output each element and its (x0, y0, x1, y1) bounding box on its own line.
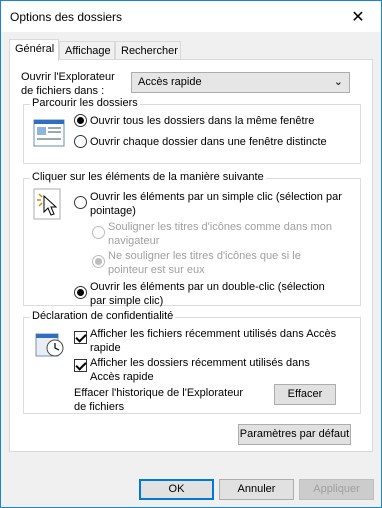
frequent-folders-checkbox[interactable] (74, 359, 87, 372)
browse-folders-group: Parcourir les dossiers (23, 97, 361, 164)
underline-hover-label: Ne souligner les titres d'icônes que si … (108, 250, 301, 276)
separate-window-label: Ouvrir chaque dossier dans une fenêtre d… (90, 136, 327, 148)
tab-label: Général (15, 43, 55, 55)
group-title: Cliquer sur les éléments de la manière s… (30, 171, 266, 183)
double-click-radio[interactable] (74, 286, 87, 299)
folder-options-window: Options des dossiers ✕ Général Affichage… (0, 0, 382, 508)
open-explorer-value: Accès rapide (138, 76, 202, 88)
tab-display[interactable]: Affichage (59, 41, 115, 61)
single-click-label: Ouvrir les éléments par un simple clic (… (90, 191, 342, 217)
recent-files-checkbox[interactable] (74, 331, 87, 344)
cursor-click-icon (33, 188, 61, 220)
open-explorer-label: Ouvrir l'Explorateur de fichiers dans : (21, 71, 115, 97)
same-window-radio[interactable] (74, 114, 87, 127)
same-window-label: Ouvrir tous les dossiers dans la même fe… (90, 115, 315, 127)
tab-search[interactable]: Rechercher (115, 41, 181, 61)
recent-files-label: Afficher les fichiers récemment utilisés… (90, 328, 337, 354)
window-icon (33, 119, 65, 147)
clear-history-button[interactable]: Effacer (274, 384, 336, 405)
tab-label: Affichage (65, 45, 111, 57)
tab-label: Rechercher (121, 45, 178, 57)
close-button[interactable]: ✕ (335, 1, 381, 32)
clear-history-label: Effacer l'historique de l'Explorateur de… (74, 387, 244, 413)
apply-button[interactable]: Appliquer (299, 479, 374, 500)
window-title: Options des dossiers (10, 10, 123, 24)
frequent-folders-label: Afficher les dossiers récemment utilisés… (90, 357, 310, 383)
group-title: Déclaration de confidentialité (30, 310, 176, 322)
chevron-down-icon: ⌄ (333, 76, 343, 88)
separate-window-radio[interactable] (74, 135, 87, 148)
restore-defaults-button[interactable]: Paramètres par défaut (238, 424, 351, 445)
group-title: Parcourir les dossiers (30, 97, 140, 109)
underline-always-label: Souligner les titres d'icônes comme dans… (108, 221, 333, 247)
double-click-label: Ouvrir les éléments par un double-clic (… (90, 281, 325, 307)
open-explorer-select[interactable]: Accès rapide ⌄ (131, 72, 350, 93)
underline-always-radio[interactable] (92, 226, 105, 239)
title-bar[interactable]: Options des dossiers ✕ (1, 1, 381, 32)
cancel-button[interactable]: Annuler (219, 479, 294, 500)
single-click-radio[interactable] (74, 196, 87, 209)
tab-general[interactable]: Général (9, 39, 59, 61)
close-icon: ✕ (351, 8, 365, 26)
underline-hover-radio[interactable] (92, 255, 105, 268)
ok-button[interactable]: OK (139, 479, 214, 500)
privacy-clock-icon (35, 333, 64, 357)
